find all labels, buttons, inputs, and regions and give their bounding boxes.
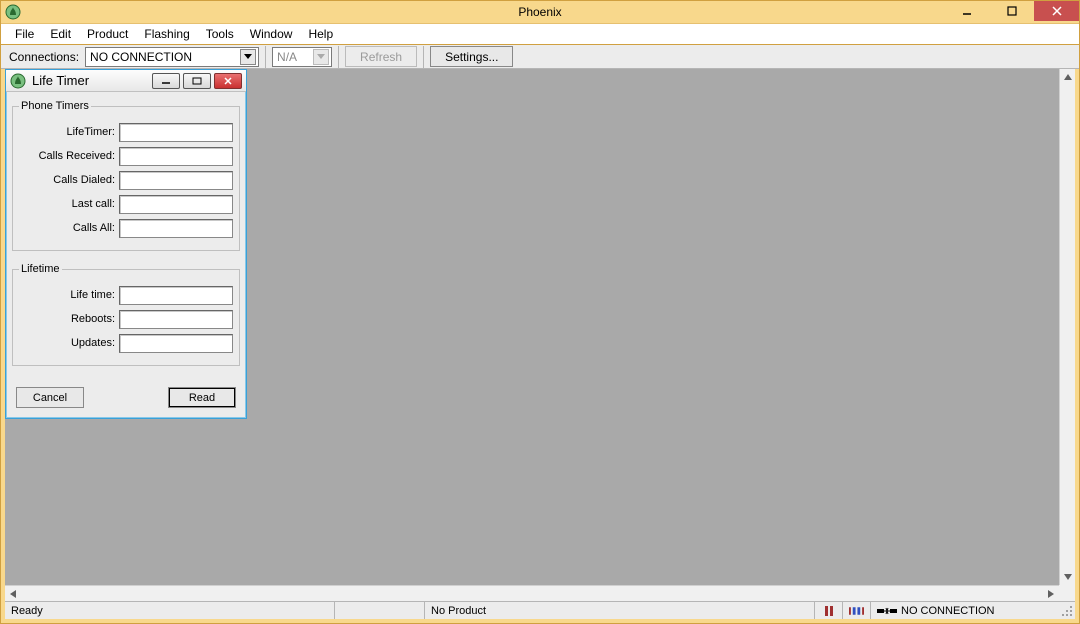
input-calls-dialed[interactable] bbox=[119, 171, 233, 190]
menu-file[interactable]: File bbox=[7, 25, 42, 43]
status-bars-icon bbox=[843, 602, 871, 619]
settings-button[interactable]: Settings... bbox=[430, 46, 513, 67]
label-calls-all: Calls All: bbox=[19, 222, 115, 234]
row-calls-received: Calls Received: bbox=[19, 144, 233, 168]
menu-tools[interactable]: Tools bbox=[198, 25, 242, 43]
close-button[interactable] bbox=[1034, 1, 1079, 21]
child-titlebar[interactable]: Life Timer bbox=[6, 70, 246, 92]
workspace: Life Timer bbox=[5, 69, 1075, 601]
row-lifetimer: LifeTimer: bbox=[19, 120, 233, 144]
input-last-call[interactable] bbox=[119, 195, 233, 214]
window-controls bbox=[944, 1, 1079, 21]
toolbar-separator bbox=[338, 46, 339, 68]
status-connection: NO CONNECTION bbox=[901, 605, 995, 617]
connection-icon bbox=[877, 605, 897, 617]
label-updates: Updates: bbox=[19, 337, 115, 349]
child-window-controls bbox=[152, 73, 242, 89]
input-lifetimer[interactable] bbox=[119, 123, 233, 142]
child-maximize-button[interactable] bbox=[183, 73, 211, 89]
statusbar: Ready No Product NO CONNECTION bbox=[5, 601, 1075, 619]
connections-label: Connections: bbox=[9, 50, 79, 64]
menu-product[interactable]: Product bbox=[79, 25, 136, 43]
phone-timers-legend: Phone Timers bbox=[19, 100, 91, 112]
input-calls-all[interactable] bbox=[119, 219, 233, 238]
input-updates[interactable] bbox=[119, 334, 233, 353]
row-calls-dialed: Calls Dialed: bbox=[19, 168, 233, 192]
status-pause-icon bbox=[815, 602, 843, 619]
life-timer-window: Life Timer bbox=[5, 69, 247, 419]
toolbar: Connections: NO CONNECTION N/A Refresh S… bbox=[1, 45, 1079, 69]
label-life-time: Life time: bbox=[19, 289, 115, 301]
secondary-combo-value: N/A bbox=[277, 50, 297, 64]
menubar: File Edit Product Flashing Tools Window … bbox=[1, 23, 1079, 45]
row-last-call: Last call: bbox=[19, 192, 233, 216]
horizontal-scrollbar[interactable] bbox=[5, 585, 1059, 601]
phoenix-icon bbox=[5, 4, 21, 20]
scroll-corner bbox=[1059, 585, 1075, 601]
toolbar-separator bbox=[423, 46, 424, 68]
scroll-down-icon[interactable] bbox=[1060, 569, 1075, 585]
label-lifetimer: LifeTimer: bbox=[19, 126, 115, 138]
connections-value: NO CONNECTION bbox=[90, 50, 192, 64]
input-reboots[interactable] bbox=[119, 310, 233, 329]
chevron-down-icon bbox=[313, 49, 329, 65]
resize-grip-icon[interactable] bbox=[1059, 603, 1075, 619]
maximize-button[interactable] bbox=[989, 1, 1034, 21]
menu-edit[interactable]: Edit bbox=[42, 25, 79, 43]
row-updates: Updates: bbox=[19, 331, 233, 355]
menu-window[interactable]: Window bbox=[242, 25, 301, 43]
phone-timers-group: Phone Timers LifeTimer: Calls Received: … bbox=[12, 100, 240, 251]
window-title: Phoenix bbox=[518, 5, 561, 19]
row-reboots: Reboots: bbox=[19, 307, 233, 331]
cancel-button[interactable]: Cancel bbox=[16, 387, 84, 408]
lifetime-group: Lifetime Life time: Reboots: Updates: bbox=[12, 263, 240, 366]
phoenix-icon bbox=[10, 73, 26, 89]
titlebar: Phoenix bbox=[1, 1, 1079, 23]
label-reboots: Reboots: bbox=[19, 313, 115, 325]
child-title: Life Timer bbox=[32, 73, 89, 88]
status-connection-cell: NO CONNECTION bbox=[871, 602, 1059, 619]
dialog-buttons: Cancel Read bbox=[12, 387, 240, 412]
scroll-up-icon[interactable] bbox=[1060, 69, 1075, 85]
label-calls-dialed: Calls Dialed: bbox=[19, 174, 115, 186]
scroll-right-icon[interactable] bbox=[1043, 586, 1059, 601]
status-product: No Product bbox=[425, 602, 815, 619]
input-calls-received[interactable] bbox=[119, 147, 233, 166]
minimize-button[interactable] bbox=[944, 1, 989, 21]
status-empty-1 bbox=[335, 602, 425, 619]
main-window: Phoenix File Edit Product Flashing Tools… bbox=[0, 0, 1080, 624]
read-button[interactable]: Read bbox=[168, 387, 236, 408]
menu-flashing[interactable]: Flashing bbox=[136, 25, 197, 43]
menu-help[interactable]: Help bbox=[300, 25, 341, 43]
child-body: Phone Timers LifeTimer: Calls Received: … bbox=[6, 92, 246, 418]
mdi-client-area: Life Timer bbox=[5, 69, 1059, 585]
connections-combo[interactable]: NO CONNECTION bbox=[85, 47, 259, 67]
vertical-scrollbar[interactable] bbox=[1059, 69, 1075, 585]
toolbar-separator bbox=[265, 46, 266, 68]
child-minimize-button[interactable] bbox=[152, 73, 180, 89]
lifetime-legend: Lifetime bbox=[19, 263, 62, 275]
chevron-down-icon bbox=[240, 49, 256, 65]
row-life-time: Life time: bbox=[19, 283, 233, 307]
label-last-call: Last call: bbox=[19, 198, 115, 210]
child-close-button[interactable] bbox=[214, 73, 242, 89]
scroll-track[interactable] bbox=[1060, 85, 1075, 569]
scroll-left-icon[interactable] bbox=[5, 586, 21, 601]
secondary-combo: N/A bbox=[272, 47, 332, 67]
label-calls-received: Calls Received: bbox=[19, 150, 115, 162]
refresh-button: Refresh bbox=[345, 46, 417, 67]
status-ready: Ready bbox=[5, 602, 335, 619]
input-life-time[interactable] bbox=[119, 286, 233, 305]
row-calls-all: Calls All: bbox=[19, 216, 233, 240]
